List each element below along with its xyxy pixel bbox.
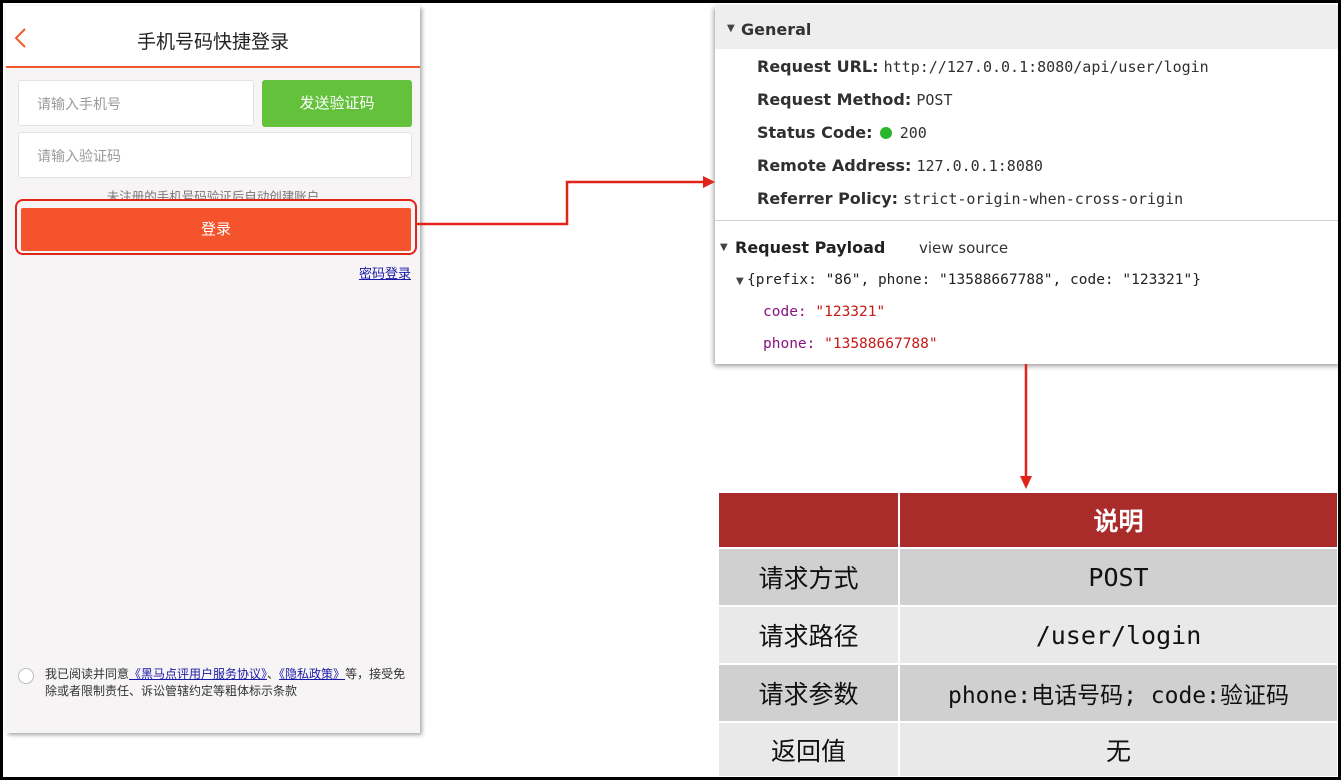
arrow-icon bbox=[417, 180, 705, 226]
annotation-arrows bbox=[417, 176, 1032, 489]
arrow-icon bbox=[1020, 476, 1032, 489]
arrow-icon bbox=[703, 176, 715, 188]
screenshot-frame: 手机号码快捷登录 请输入手机号 发送验证码 请输入验证码 未注册的手机号码验证后… bbox=[0, 0, 1341, 780]
